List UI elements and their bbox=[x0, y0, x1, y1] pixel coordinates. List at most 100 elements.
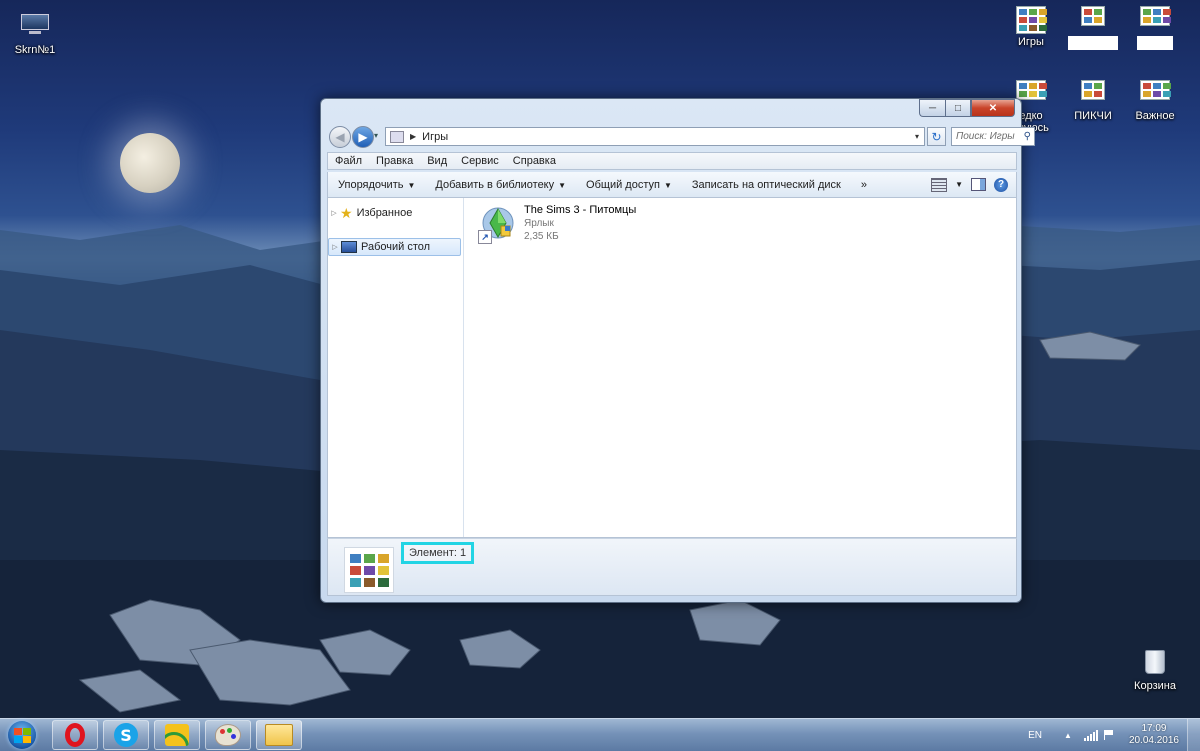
share-with-label: Общий доступ bbox=[586, 178, 660, 191]
clock-time: 17:09 bbox=[1141, 723, 1167, 734]
more-commands-button[interactable]: » bbox=[851, 179, 877, 191]
system-tray: EN ▲ 17:09 20.04.2016 bbox=[1028, 719, 1200, 751]
explorer-window: ─ □ ✕ ◀ ▶ ▾ ▶ Игры ▾ ↻ Поиск: Игры ⚲ Фай… bbox=[320, 98, 1035, 603]
recent-pages-button[interactable]: ▾ bbox=[374, 131, 378, 140]
menu-help[interactable]: Справка bbox=[506, 155, 563, 167]
desktop-icon-games[interactable]: Игры bbox=[996, 6, 1066, 48]
nav-item-label: Избранное bbox=[356, 207, 413, 219]
burn-button[interactable]: Записать на оптический диск bbox=[682, 179, 851, 191]
breadcrumb-separator-icon[interactable]: ▶ bbox=[410, 132, 416, 141]
file-item[interactable]: ↗ The Sims 3 - Питомцы Ярлык 2,35 КБ bbox=[478, 204, 636, 244]
include-in-library-label: Добавить в библиотеку bbox=[435, 178, 555, 191]
minimize-button[interactable]: ─ bbox=[919, 99, 945, 117]
organize-button[interactable]: Упорядочить ▼ bbox=[328, 179, 425, 191]
desktop-icon-skrn[interactable]: Skrn№1 bbox=[0, 14, 70, 56]
preview-pane-icon[interactable] bbox=[971, 178, 986, 191]
change-view-icon[interactable] bbox=[931, 177, 948, 192]
action-center-flag-icon[interactable] bbox=[1103, 730, 1115, 740]
shortcut-arrow-icon: ↗ bbox=[478, 230, 492, 244]
taskbar: S EN ▲ 17:09 20.04.2016 bbox=[0, 718, 1200, 751]
nav-item-label: Рабочий стол bbox=[361, 241, 431, 253]
opera-icon bbox=[65, 723, 85, 747]
image-folder-icon bbox=[1078, 80, 1108, 106]
desktop-icon-recycle-bin[interactable]: Корзина bbox=[1120, 650, 1190, 692]
back-button[interactable]: ◀ bbox=[329, 126, 351, 148]
clock-date: 20.04.2016 bbox=[1128, 735, 1179, 746]
desktop-icon-label: Игры bbox=[1018, 36, 1044, 48]
details-pane: Элемент: 1 bbox=[327, 538, 1017, 596]
help-icon[interactable]: ? bbox=[994, 177, 1008, 192]
menu-edit[interactable]: Правка bbox=[369, 155, 420, 167]
view-controls: ▼ ? bbox=[931, 177, 1016, 192]
taskbar-opera[interactable] bbox=[52, 720, 98, 750]
content-area: ▷ ★ Избранное ▷ Рабочий стол ↗ The Sims … bbox=[327, 198, 1017, 538]
redacted-label bbox=[1068, 36, 1118, 50]
taskbar-explorer[interactable] bbox=[256, 720, 302, 750]
file-details: The Sims 3 - Питомцы Ярлык 2,35 КБ bbox=[524, 204, 636, 244]
start-button[interactable] bbox=[4, 719, 40, 751]
navigation-pane: ▷ ★ Избранное ▷ Рабочий стол bbox=[328, 198, 464, 537]
menu-file[interactable]: Файл bbox=[328, 155, 369, 167]
chevron-down-icon: ▼ bbox=[407, 180, 416, 190]
desktop-icon-label: Корзина bbox=[1134, 680, 1176, 692]
desktop-icon-pics[interactable]: ПИКЧИ bbox=[1058, 80, 1128, 122]
file-type: Ярлык bbox=[524, 218, 554, 229]
folder-thumbnail-icon bbox=[344, 547, 394, 593]
image-folder-icon bbox=[1140, 6, 1171, 32]
desktop-icon-label: ПИКЧИ bbox=[1074, 110, 1112, 122]
close-button[interactable]: ✕ bbox=[971, 99, 1015, 117]
organize-label: Упорядочить bbox=[338, 178, 404, 191]
chevron-down-icon[interactable]: ▼ bbox=[955, 180, 963, 189]
monitor-icon bbox=[20, 14, 50, 40]
skype-icon: S bbox=[114, 723, 138, 747]
sims-plumbob-icon: ↗ bbox=[478, 204, 518, 244]
paint-palette-icon bbox=[215, 724, 241, 746]
show-desktop-button[interactable] bbox=[1187, 719, 1200, 751]
image-folder-icon bbox=[1078, 6, 1108, 32]
breadcrumb-item[interactable]: Игры bbox=[422, 131, 448, 143]
menu-tools[interactable]: Сервис bbox=[454, 155, 506, 167]
windows-logo-icon bbox=[8, 721, 36, 749]
menu-view[interactable]: Вид bbox=[420, 155, 454, 167]
recycle-bin-icon bbox=[1140, 650, 1170, 676]
refresh-button[interactable]: ↻ bbox=[927, 127, 946, 146]
chevron-down-icon: ▼ bbox=[558, 180, 567, 190]
item-count: Элемент: 1 bbox=[401, 542, 475, 564]
chevron-down-icon: ▼ bbox=[663, 180, 672, 190]
desktop-icon-hidden-2[interactable] bbox=[1120, 6, 1190, 50]
include-in-library-button[interactable]: Добавить в библиотеку ▼ bbox=[425, 179, 576, 191]
show-hidden-icons-button[interactable]: ▲ bbox=[1064, 731, 1072, 740]
search-icon[interactable]: ⚲ bbox=[1024, 131, 1031, 142]
address-dropdown-button[interactable]: ▾ bbox=[910, 132, 924, 141]
share-with-button[interactable]: Общий доступ ▼ bbox=[576, 179, 682, 191]
address-field[interactable]: ▶ Игры ▾ bbox=[385, 127, 925, 146]
clock[interactable]: 17:09 20.04.2016 bbox=[1129, 723, 1179, 747]
nav-item-favorites[interactable]: ▷ ★ Избранное bbox=[328, 204, 461, 222]
nav-item-desktop[interactable]: ▷ Рабочий стол bbox=[328, 238, 461, 256]
language-indicator[interactable]: EN bbox=[1028, 730, 1042, 741]
image-folder-icon bbox=[1140, 80, 1171, 106]
taskbar-skype[interactable]: S bbox=[103, 720, 149, 750]
maximize-button[interactable]: □ bbox=[945, 99, 971, 117]
desktop-icon bbox=[341, 241, 357, 253]
file-size: 2,35 КБ bbox=[524, 231, 559, 242]
wifi-app-icon bbox=[165, 724, 189, 746]
folder-icon bbox=[265, 724, 293, 746]
search-placeholder: Поиск: Игры bbox=[956, 131, 1015, 142]
search-input[interactable]: Поиск: Игры ⚲ bbox=[951, 127, 1035, 146]
taskbar-paint[interactable] bbox=[205, 720, 251, 750]
forward-button[interactable]: ▶ bbox=[352, 126, 374, 148]
network-signal-icon[interactable] bbox=[1083, 729, 1098, 741]
file-name: The Sims 3 - Питомцы bbox=[524, 204, 637, 216]
expand-icon[interactable]: ▷ bbox=[329, 243, 341, 251]
expand-icon[interactable]: ▷ bbox=[328, 209, 340, 217]
window-controls: ─ □ ✕ bbox=[919, 99, 1015, 117]
desktop-icon-label: Важное bbox=[1135, 110, 1175, 122]
desktop-icon-hidden-1[interactable] bbox=[1058, 6, 1128, 50]
address-bar-row: ◀ ▶ ▾ ▶ Игры ▾ ↻ Поиск: Игры ⚲ bbox=[327, 125, 1035, 149]
star-icon: ★ bbox=[340, 205, 353, 221]
desktop-icon-important[interactable]: Важное bbox=[1120, 80, 1190, 122]
desktop-icon-label: Skrn№1 bbox=[14, 44, 56, 56]
taskbar-wifi-app[interactable] bbox=[154, 720, 200, 750]
command-bar: Упорядочить ▼ Добавить в библиотеку ▼ Общи… bbox=[327, 172, 1017, 198]
